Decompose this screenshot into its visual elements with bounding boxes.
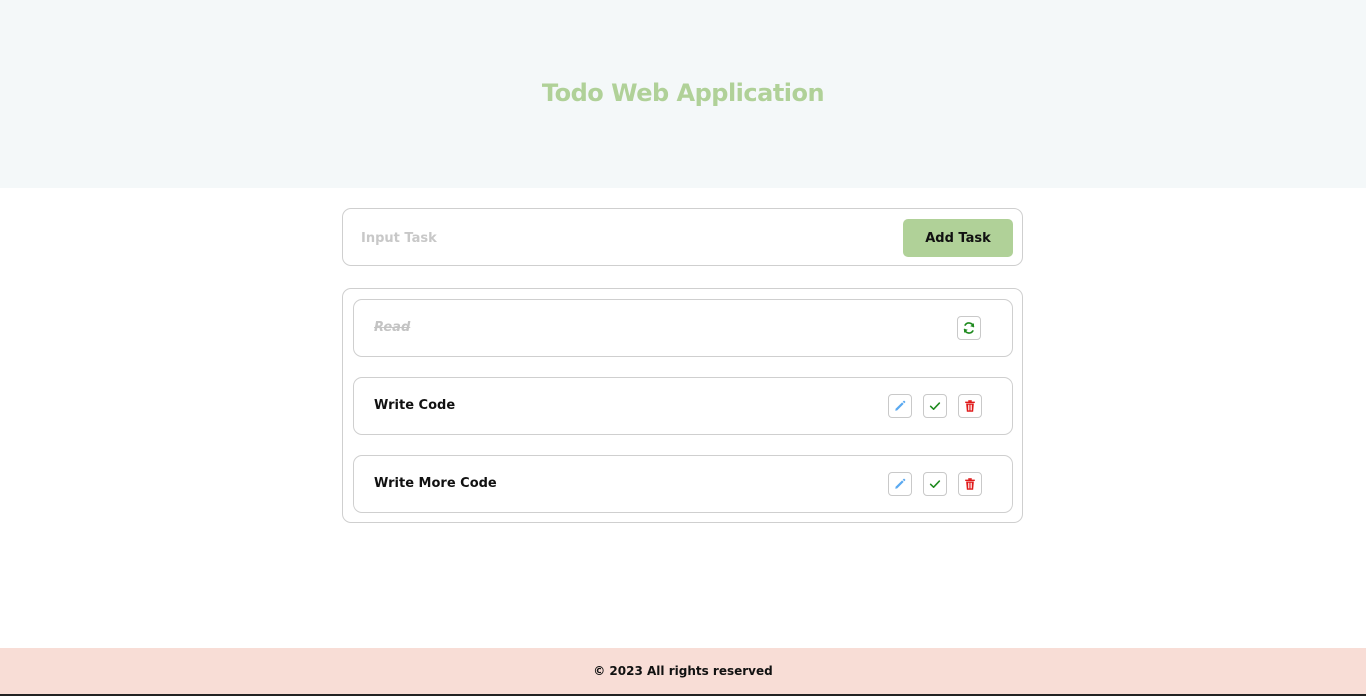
pencil-icon [895, 400, 906, 411]
check-icon [929, 402, 941, 410]
task-list: Read Write Code Write More Code [342, 288, 1023, 523]
refresh-icon [963, 322, 975, 334]
delete-task-button[interactable] [958, 472, 982, 496]
task-input-card: Add Task [342, 208, 1023, 266]
task-label: Write More Code [374, 476, 497, 491]
trash-icon [965, 478, 975, 490]
edit-task-button[interactable] [888, 394, 912, 418]
task-input[interactable] [361, 226, 881, 250]
app-footer: © 2023 All rights reserved [0, 648, 1366, 696]
check-icon [929, 480, 941, 488]
task-item-write-more-code: Write More Code [353, 455, 1013, 513]
task-label: Read [374, 320, 411, 335]
task-item-write-code: Write Code [353, 377, 1013, 435]
trash-icon [965, 400, 975, 412]
task-label: Write Code [374, 398, 456, 413]
app-header: Todo Web Application [0, 0, 1366, 188]
copyright-text: © 2023 All rights reserved [593, 664, 773, 678]
page-title: Todo Web Application [541, 79, 825, 107]
pencil-icon [895, 478, 906, 489]
complete-task-button[interactable] [923, 472, 947, 496]
complete-task-button[interactable] [923, 394, 947, 418]
add-task-button[interactable]: Add Task [903, 219, 1013, 257]
restore-task-button[interactable] [957, 316, 981, 340]
edit-task-button[interactable] [888, 472, 912, 496]
task-item-read: Read [353, 299, 1013, 357]
delete-task-button[interactable] [958, 394, 982, 418]
todo-app-page: Todo Web Application Add Task Read Write… [0, 0, 1366, 696]
